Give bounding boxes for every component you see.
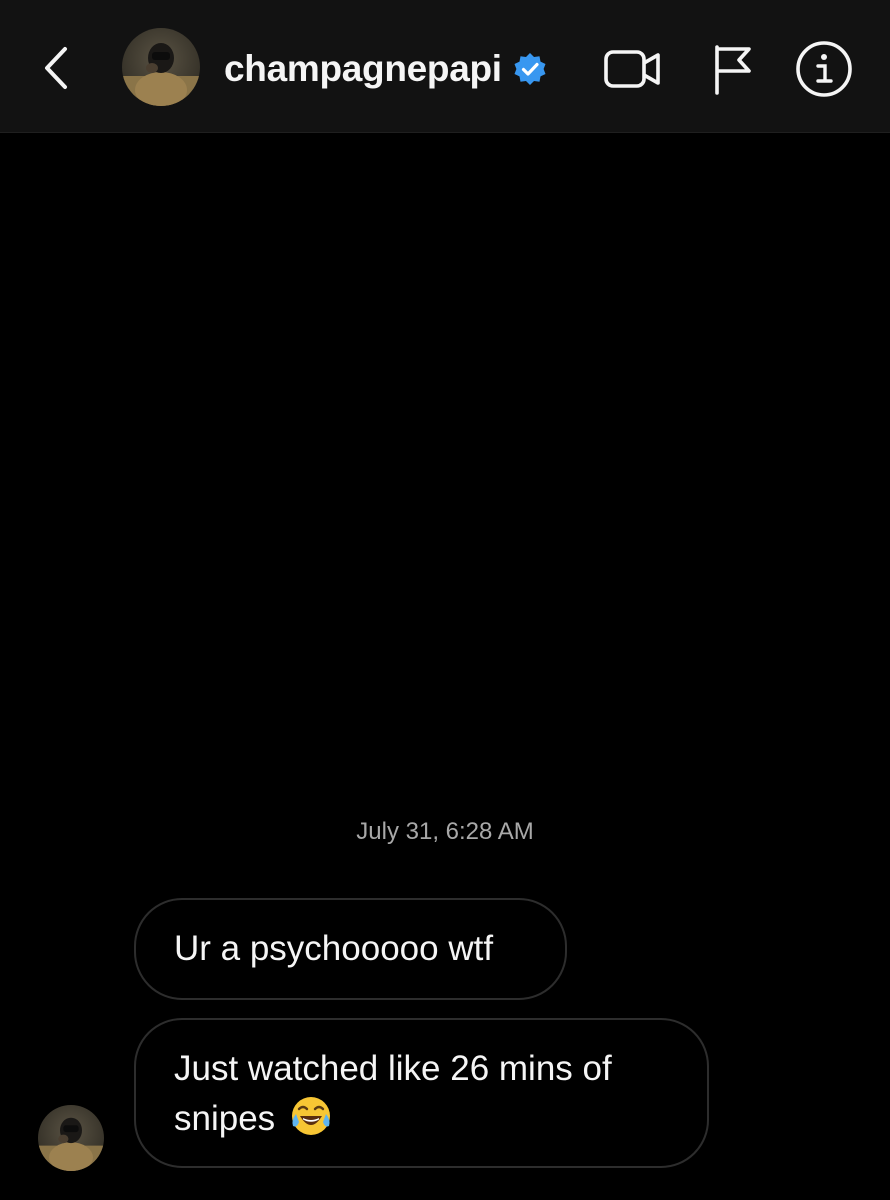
report-button[interactable] — [700, 38, 762, 100]
chevron-left-icon — [45, 47, 67, 89]
info-button[interactable] — [793, 38, 855, 100]
message-text-line-1: Just watched like 26 mins of — [174, 1049, 612, 1088]
chat-header: champagnepapi — [0, 0, 890, 133]
laughing-crying-emoji-icon — [291, 1097, 330, 1135]
message-bubble[interactable]: Just watched like 26 mins of snipes — [134, 1018, 709, 1168]
username-link[interactable]: champagnepapi — [224, 44, 548, 94]
video-camera-icon — [604, 50, 660, 88]
video-call-button[interactable] — [602, 38, 664, 100]
message-text: Ur a psychooooo wtf — [174, 929, 494, 968]
message-timestamp: July 31, 6:28 AM — [356, 818, 534, 845]
username: champagnepapi — [224, 48, 502, 89]
info-icon — [796, 41, 852, 97]
profile-avatar[interactable] — [122, 28, 200, 106]
sender-avatar[interactable] — [38, 1105, 104, 1171]
flag-icon — [715, 45, 751, 95]
avatar-image — [122, 28, 200, 106]
verified-badge-icon — [514, 53, 546, 85]
avatar-image — [38, 1105, 104, 1171]
message-text-line-2: snipes — [174, 1099, 276, 1138]
back-button[interactable] — [30, 40, 82, 96]
message-bubble[interactable]: Ur a psychooooo wtf — [134, 898, 567, 1000]
